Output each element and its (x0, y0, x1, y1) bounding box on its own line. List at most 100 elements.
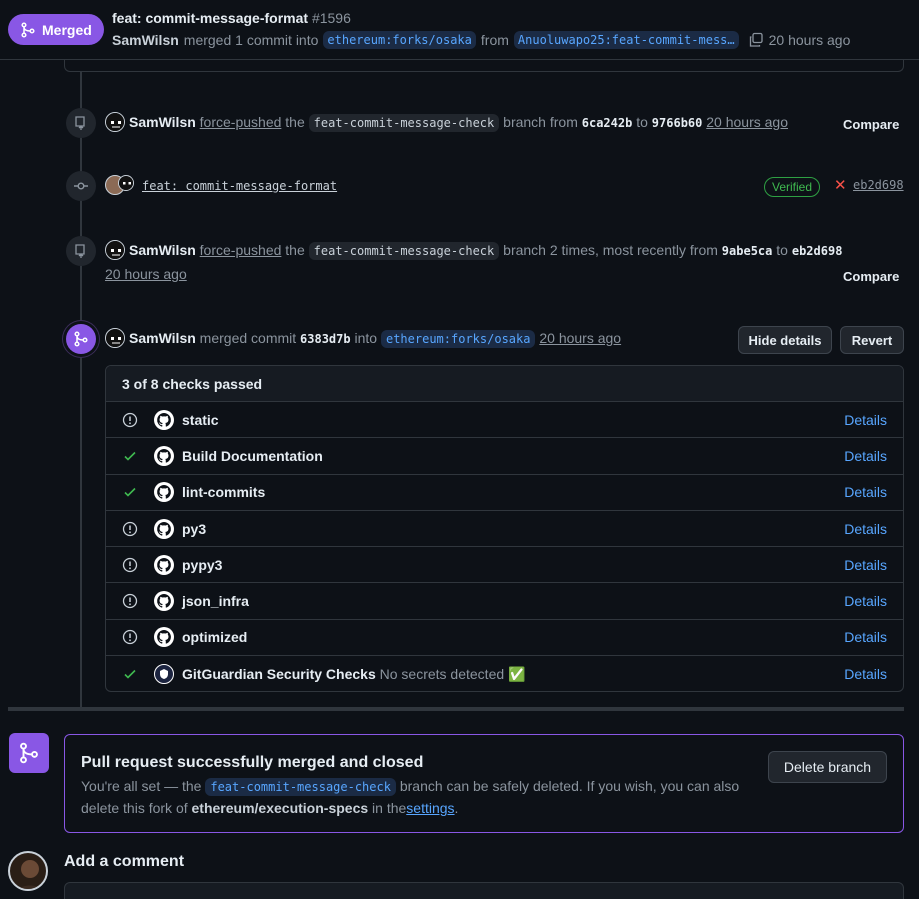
details-link[interactable]: Details (844, 412, 887, 428)
check-row: GitGuardian Security Checks No secrets d… (106, 656, 903, 691)
pr-author[interactable]: SamWilsn (112, 32, 179, 48)
event-branch[interactable]: feat-commit-message-check (308, 114, 500, 132)
event-branch-text: branch from (503, 114, 578, 130)
head-branch[interactable]: Anuoluwapo25:feat-commit-mess… (513, 31, 739, 49)
details-link[interactable]: Details (844, 521, 887, 537)
check-row: py3 Details (106, 511, 903, 548)
repo-push-icon (75, 116, 85, 130)
merge-icon (74, 331, 88, 347)
avatar[interactable] (8, 851, 48, 891)
check-icon (124, 670, 136, 679)
revert-button[interactable]: Revert (840, 326, 904, 354)
check-row: Build Documentation Details (106, 438, 903, 475)
checks-summary: 3 of 8 checks passed (106, 366, 903, 402)
force-push-badge (66, 108, 96, 138)
merged-commit-text: merged commit (199, 330, 297, 346)
commit-badge (66, 171, 96, 201)
x-icon[interactable]: ✕ (834, 176, 847, 194)
check-name-text: optimized (182, 629, 248, 646)
comment-editor[interactable] (64, 882, 904, 899)
avatar[interactable] (105, 240, 125, 260)
github-icon (154, 445, 174, 466)
event-merged: SamWilsn merged commit 6383d7b into ethe… (129, 330, 621, 348)
fork-repo: ethereum/execution-specs (191, 800, 369, 816)
details-link[interactable]: Details (844, 448, 887, 464)
from-sha[interactable]: 9abe5ca (722, 244, 773, 258)
github-icon (154, 627, 174, 648)
merge-description: You're all set — the feat-commit-message… (81, 776, 761, 819)
event-user[interactable]: SamWilsn (129, 330, 196, 346)
check-row: json_infra Details (106, 583, 903, 620)
details-link[interactable]: Details (844, 557, 887, 573)
hide-details-button[interactable]: Hide details (738, 326, 832, 354)
alert-circle-icon (122, 412, 138, 427)
event-to: to (776, 242, 788, 258)
event-action[interactable]: force-pushed (200, 242, 282, 258)
check-row: lint-commits Details (106, 475, 903, 511)
copy-icon[interactable] (748, 32, 764, 48)
avatar[interactable] (105, 112, 125, 132)
event-time[interactable]: 20 hours ago (706, 114, 788, 130)
check-row: optimized Details (106, 620, 903, 657)
avatar[interactable] (118, 175, 134, 191)
merge-sha[interactable]: 6383d7b (300, 332, 351, 346)
details-link[interactable]: Details (844, 629, 887, 645)
from-sha[interactable]: 6ca242b (582, 116, 633, 130)
compare-link[interactable]: Compare (843, 269, 899, 284)
event-time[interactable]: 20 hours ago (105, 266, 187, 282)
details-link[interactable]: Details (844, 593, 887, 609)
to-sha[interactable]: 9766b60 (652, 116, 703, 130)
event-force-push-2: SamWilsn force-pushed the feat-commit-me… (129, 242, 843, 260)
merged-status-icon-box (9, 733, 49, 773)
check-name-text: lint-commits (182, 484, 266, 501)
pr-subtitle: SamWilsn merged 1 commit into ethereum:f… (112, 31, 850, 49)
pr-number: #1596 (311, 10, 351, 26)
merge-icon (20, 742, 38, 764)
event-the: the (285, 242, 305, 258)
details-link[interactable]: Details (844, 484, 887, 500)
event-branch[interactable]: feat-commit-message-check (308, 242, 500, 260)
alert-circle-icon (122, 521, 138, 536)
check-name-text: json_infra (182, 593, 249, 610)
check-name: optimized (182, 629, 247, 645)
check-name: static (182, 412, 219, 428)
gitguardian-icon (154, 664, 174, 685)
check-name-text: static (182, 411, 219, 428)
pr-sticky-header: Merged feat: commit-message-format #1596… (0, 0, 919, 60)
delete-branch-button[interactable]: Delete branch (768, 751, 887, 783)
commit-message[interactable]: feat: commit-message-format (142, 179, 337, 193)
pr-title: feat: commit-message-format #1596 (112, 10, 351, 26)
timeline-divider (8, 707, 904, 711)
event-action[interactable]: force-pushed (200, 114, 282, 130)
checks-panel: 3 of 8 checks passed static Details Build… (105, 365, 904, 692)
merge-desc-3: in the (372, 800, 407, 816)
commit-sha[interactable]: eb2d698 (853, 178, 904, 192)
to-sha[interactable]: eb2d698 (792, 244, 843, 258)
base-branch[interactable]: ethereum:forks/osaka (323, 31, 476, 49)
check-name-text: pypy3 (182, 556, 223, 573)
from-text: from (480, 32, 509, 48)
merged-state-badge: Merged (8, 14, 104, 45)
merge-period: . (454, 800, 459, 816)
commit-icon (74, 182, 88, 190)
event-user[interactable]: SamWilsn (129, 242, 196, 258)
check-description: No secrets detected ✅ (379, 665, 526, 682)
settings-link[interactable]: settings (406, 800, 454, 816)
event-user[interactable]: SamWilsn (129, 114, 196, 130)
check-name: GitGuardian Security Checks No secrets d… (182, 666, 525, 683)
check-name: Build Documentation (182, 448, 323, 464)
merge-desc-1: You're all set — the (81, 778, 202, 794)
event-time[interactable]: 20 hours ago (539, 330, 621, 346)
merged-text: merged 1 commit into (183, 32, 319, 48)
github-icon (154, 409, 174, 430)
check-icon (124, 488, 136, 497)
details-link[interactable]: Details (844, 666, 887, 682)
check-name: py3 (182, 521, 206, 537)
verified-badge[interactable]: Verified (764, 177, 821, 197)
event-branch[interactable]: ethereum:forks/osaka (380, 330, 536, 348)
compare-link[interactable]: Compare (843, 117, 899, 132)
event-force-push-1: SamWilsn force-pushed the feat-commit-me… (129, 114, 788, 132)
merge-branch[interactable]: feat-commit-message-check (205, 778, 396, 796)
event-to: to (636, 114, 648, 130)
avatar[interactable] (105, 328, 125, 348)
